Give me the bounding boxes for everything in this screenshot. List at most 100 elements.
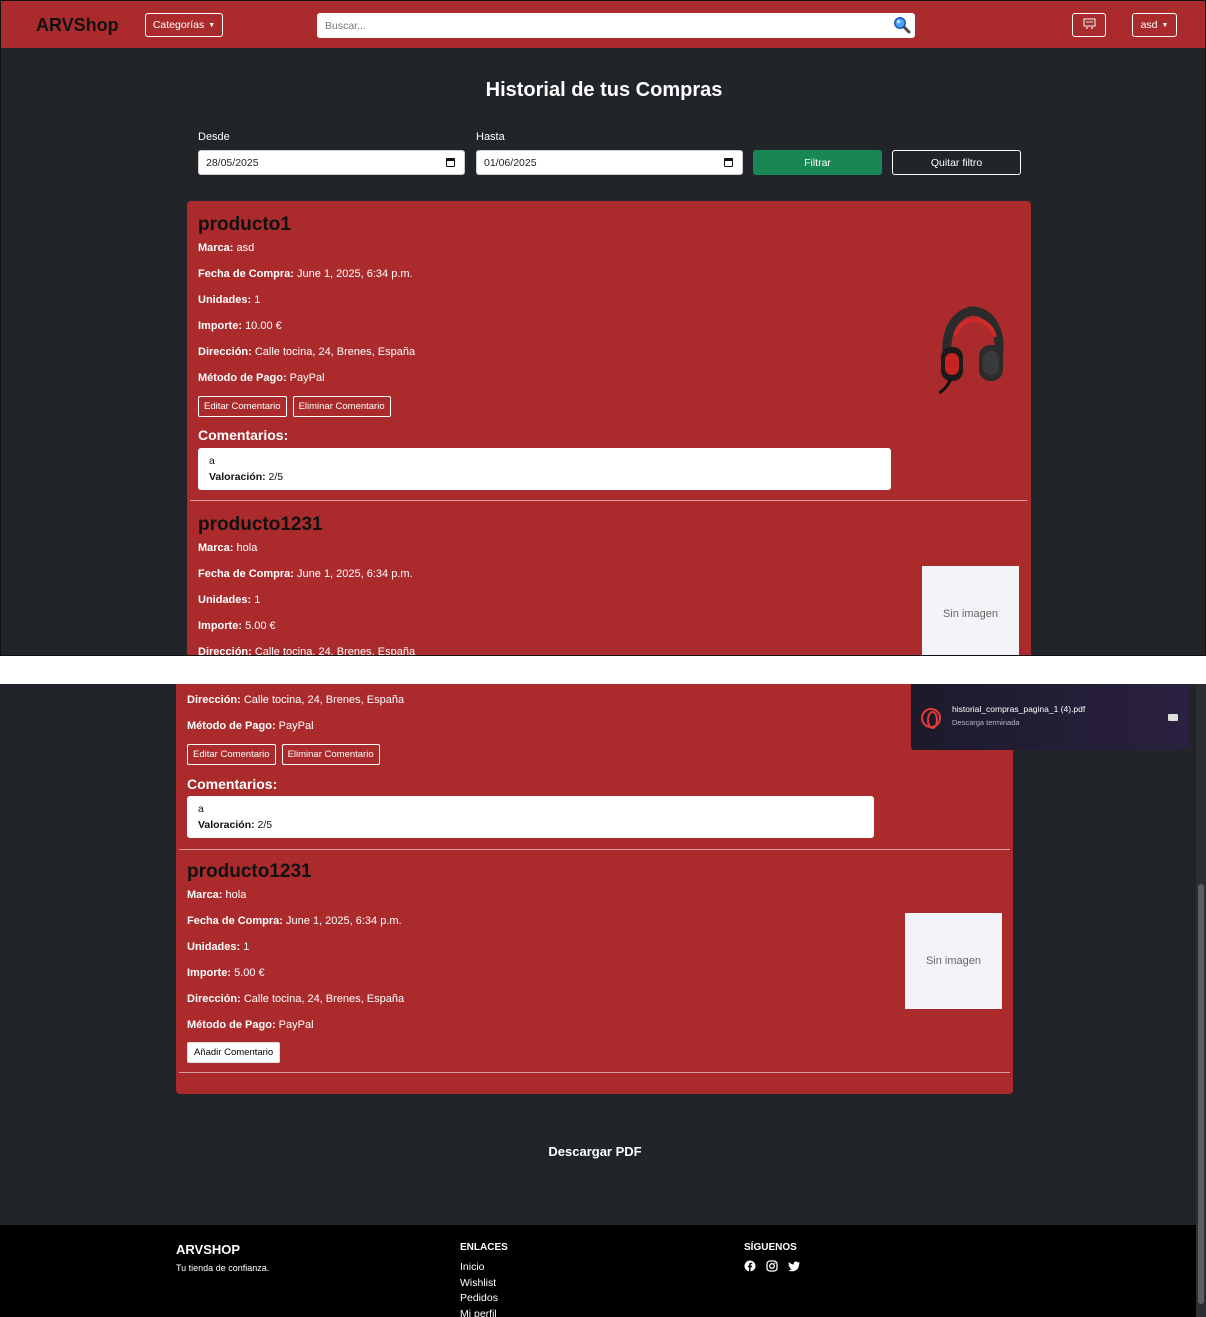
address-label: Dirección: <box>187 993 241 1005</box>
filtrar-button[interactable]: Filtrar <box>753 150 882 175</box>
divider <box>190 500 1027 501</box>
download-filename[interactable]: historial_compras_pagina_1 (4).pdf <box>952 704 1085 714</box>
product-title: producto1231 <box>198 514 323 535</box>
brand-value: asd <box>236 242 255 254</box>
desde-label: Desde <box>198 131 230 143</box>
divider <box>179 849 1010 850</box>
rating-label: Valoración: <box>209 471 266 483</box>
search-input[interactable] <box>317 13 877 38</box>
edit-comment-button[interactable]: Editar Comentario <box>198 396 287 417</box>
purchase-amount: Importe: 5.00 € <box>198 620 276 632</box>
desde-date-value: 28/05/2025 <box>206 156 259 169</box>
delete-comment-button[interactable]: Eliminar Comentario <box>292 396 391 417</box>
payment-label: Método de Pago: <box>198 372 287 384</box>
user-label: asd <box>1140 19 1158 31</box>
download-notification[interactable]: historial_compras_pagina_1 (4).pdf Desca… <box>911 684 1190 750</box>
rating-label: Valoración: <box>198 819 255 831</box>
footer-social-heading: SÍGUENOS <box>744 1242 797 1253</box>
scrollbar-thumb[interactable] <box>1198 884 1204 1304</box>
instagram-icon[interactable] <box>766 1260 778 1272</box>
quitar-filtro-button[interactable]: Quitar filtro <box>892 150 1021 175</box>
comment-box: a Valoración: 2/5 <box>198 448 891 490</box>
navbar: ARVShop Categorías ▼ asd ▼ <box>1 1 1205 48</box>
search-icon[interactable] <box>893 16 911 39</box>
footer-links: Inicio Wishlist Pedidos Mi perfil <box>460 1260 498 1317</box>
download-pdf-link[interactable]: Descargar PDF <box>0 1144 1190 1159</box>
amount-label: Importe: <box>198 620 242 632</box>
hasta-date-input[interactable]: 01/06/2025 <box>476 150 743 175</box>
payment-value: PayPal <box>289 372 325 384</box>
product-image <box>933 305 1011 402</box>
address-value: Calle tocina, 24, Brenes, España <box>243 694 405 706</box>
comment-text: a <box>198 803 204 815</box>
calendar-icon[interactable] <box>724 158 733 167</box>
folder-icon[interactable] <box>1168 714 1178 721</box>
footer-link-mi-perfil[interactable]: Mi perfil <box>460 1307 498 1317</box>
categories-dropdown[interactable]: Categorías ▼ <box>145 13 223 37</box>
user-menu-dropdown[interactable]: asd ▼ <box>1132 13 1177 37</box>
amount-value: 5.00 € <box>234 967 265 979</box>
address-value: Calle tocina, 24, Brenes, España <box>254 346 416 358</box>
purchase-address: Dirección: Calle tocina, 24, Brenes, Esp… <box>198 346 415 358</box>
amount-value: 5.00 € <box>245 620 276 632</box>
delete-comment-button[interactable]: Eliminar Comentario <box>281 744 380 765</box>
download-status: Descarga terminada <box>952 718 1020 727</box>
date-label: Fecha de Compra: <box>187 915 283 927</box>
comment-rating: Valoración: 2/5 <box>198 819 863 831</box>
address-label: Dirección: <box>198 646 252 656</box>
edit-comment-button[interactable]: Editar Comentario <box>187 744 276 765</box>
rating-value: 2/5 <box>257 819 273 831</box>
rating-value: 2/5 <box>268 471 284 483</box>
product-title: producto1 <box>198 214 291 235</box>
brand-logo[interactable]: ARVShop <box>36 15 119 36</box>
scrollbar[interactable] <box>1196 684 1206 1317</box>
footer-tagline: Tu tienda de confianza. <box>176 1263 270 1273</box>
hasta-label: Hasta <box>476 131 505 143</box>
product-brand: Marca: hola <box>187 889 246 901</box>
no-image-placeholder: Sin imagen <box>922 566 1019 655</box>
footer-link-pedidos[interactable]: Pedidos <box>460 1291 498 1307</box>
payment-value: PayPal <box>278 1019 314 1031</box>
cart-button[interactable] <box>1072 13 1106 37</box>
brand-label: Marca: <box>187 889 223 901</box>
date-value: June 1, 2025, 6:34 p.m. <box>297 268 413 280</box>
purchase-amount: Importe: 5.00 € <box>187 967 265 979</box>
date-label: Fecha de Compra: <box>198 268 294 280</box>
purchase-units: Unidades: 1 <box>187 941 249 953</box>
payment-label: Método de Pago: <box>187 720 276 732</box>
product-title: producto1231 <box>187 861 312 882</box>
twitter-icon[interactable] <box>788 1260 800 1272</box>
payment-value: PayPal <box>278 720 314 732</box>
payment-label: Método de Pago: <box>187 1019 276 1031</box>
comments-heading: Comentarios: <box>187 776 278 792</box>
footer-social-icons <box>744 1260 800 1272</box>
comment-actions: Editar Comentario Eliminar Comentario <box>187 744 386 765</box>
units-label: Unidades: <box>187 941 241 953</box>
add-comment-button[interactable]: Añadir Comentario <box>187 1042 281 1063</box>
payment-method: Método de Pago: PayPal <box>187 1019 314 1031</box>
categories-label: Categorías <box>152 19 205 31</box>
caret-down-icon: ▼ <box>208 21 216 29</box>
units-value: 1 <box>243 941 250 953</box>
footer-link-inicio[interactable]: Inicio <box>460 1260 498 1276</box>
no-image-placeholder: Sin imagen <box>905 913 1002 1009</box>
brand-label: Marca: <box>198 242 234 254</box>
opera-browser-icon <box>921 708 941 729</box>
top-viewport: ARVShop Categorías ▼ asd ▼ Historial de … <box>0 0 1206 656</box>
date-label: Fecha de Compra: <box>198 568 294 580</box>
address-label: Dirección: <box>187 694 241 706</box>
footer-brand: ARVSHOP <box>176 1242 241 1257</box>
facebook-icon[interactable] <box>744 1260 756 1272</box>
units-value: 1 <box>254 594 261 606</box>
calendar-icon[interactable] <box>446 158 455 167</box>
purchase-units: Unidades: 1 <box>198 294 260 306</box>
comment-box: a Valoración: 2/5 <box>187 796 874 838</box>
footer-link-wishlist[interactable]: Wishlist <box>460 1276 498 1292</box>
hasta-date-value: 01/06/2025 <box>484 156 537 169</box>
date-value: June 1, 2025, 6:34 p.m. <box>286 915 402 927</box>
desde-date-input[interactable]: 28/05/2025 <box>198 150 465 175</box>
purchase-history-card: Dirección: Calle tocina, 24, Brenes, Esp… <box>176 684 1013 1094</box>
purchase-date: Fecha de Compra: June 1, 2025, 6:34 p.m. <box>198 268 413 280</box>
comment-actions: Editar Comentario Eliminar Comentario <box>198 396 397 417</box>
brand-value: hola <box>236 542 258 554</box>
